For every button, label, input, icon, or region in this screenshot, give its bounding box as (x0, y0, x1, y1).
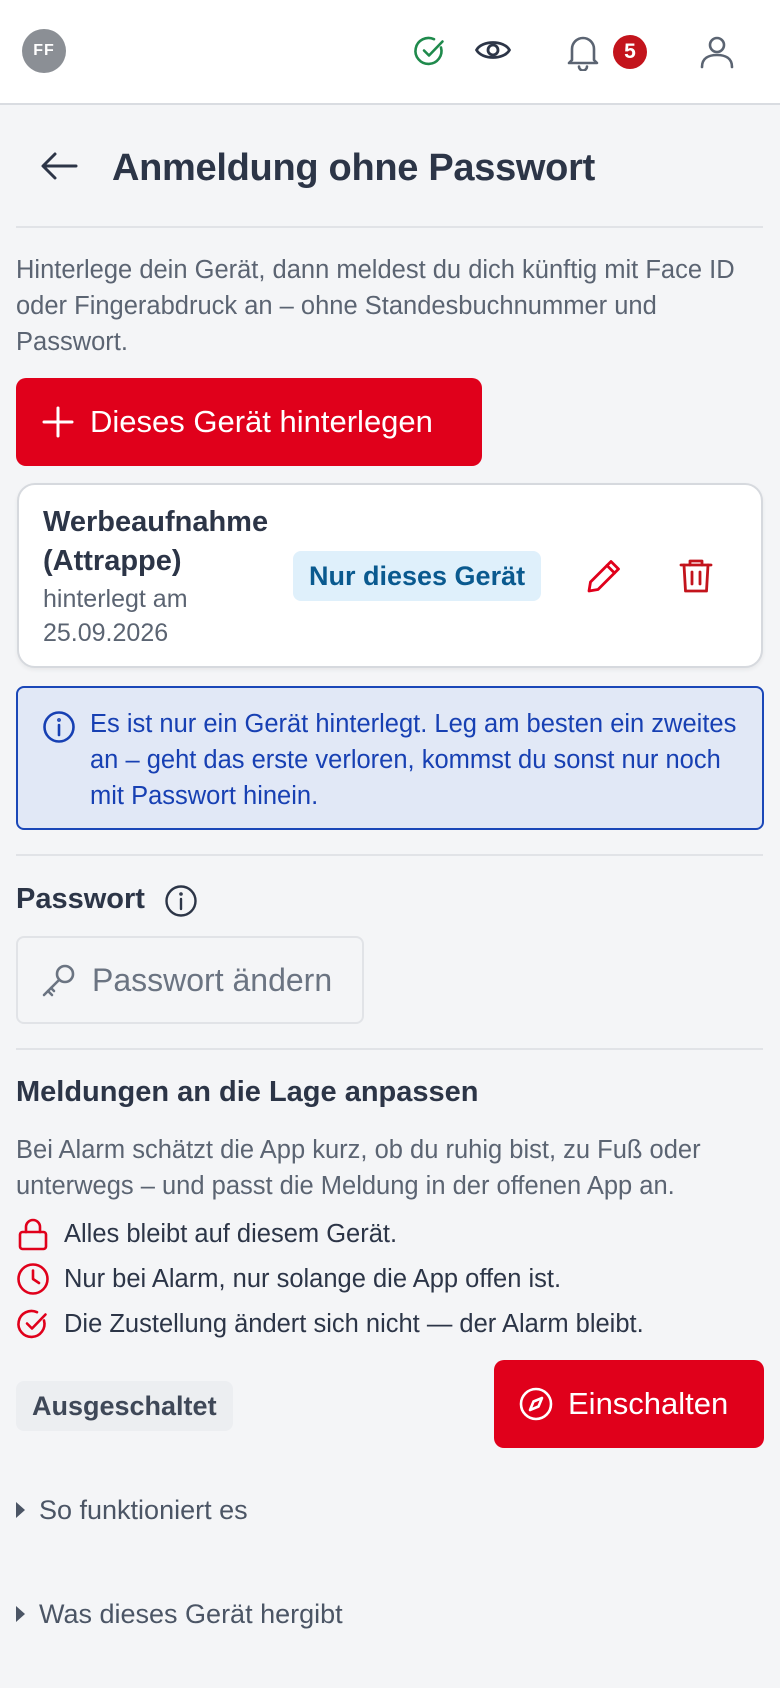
divider (16, 226, 763, 228)
details-device-capabilities[interactable]: Was dieses Gerät hergibt (16, 1594, 343, 1634)
bullet-text: Nur bei Alarm, nur solange die App offen… (64, 1264, 562, 1293)
plus-icon (42, 406, 74, 438)
lage-description: Bei Alarm schätzt die App kurz, ob du ru… (16, 1136, 701, 1200)
info-callout: Es ist nur ein Gerät hinterlegt. Leg am … (16, 686, 764, 830)
trash-icon (679, 559, 713, 593)
compass-icon (518, 1386, 554, 1422)
change-password-label: Passwort ändern (92, 961, 333, 998)
add-device-label: Dieses Gerät hinterlegen (90, 404, 433, 439)
bullet-alarm-only: Nur bei Alarm, nur solange die App offen… (16, 1259, 561, 1299)
bullet-text: Die Zustellung ändert sich nicht — der A… (64, 1309, 644, 1338)
details-how-it-works[interactable]: So funktioniert es (16, 1490, 248, 1530)
lage-heading: Meldungen an die Lage anpassen (16, 1076, 479, 1108)
back-button[interactable] (36, 142, 84, 190)
edit-device-button[interactable] (579, 551, 629, 601)
device-scope-chip: Nur dieses Gerät (293, 551, 542, 601)
caret-right-icon (16, 1606, 25, 1622)
lock-icon (16, 1217, 50, 1251)
avatar[interactable]: FF (22, 29, 66, 73)
pencil-icon (587, 560, 620, 593)
enable-label: Einschalten (568, 1386, 729, 1421)
user-icon[interactable] (696, 32, 738, 72)
info-callout-text: Es ist nur ein Gerät hinterlegt. Leg am … (90, 710, 737, 810)
eye-icon[interactable] (472, 32, 514, 68)
password-heading: Passwort (16, 883, 145, 915)
device-name: Werbeaufnahme (Attrappe) (43, 506, 269, 577)
bullet-text: Alles bleibt auf diesem Gerät. (64, 1219, 398, 1248)
device-registered-date: hinterlegt am 25.09.2026 (43, 585, 188, 647)
clock-icon (16, 1262, 50, 1296)
bullet-delivery: Die Zustellung ändert sich nicht — der A… (16, 1304, 644, 1344)
page-title: Anmeldung ohne Passwort (112, 147, 595, 189)
add-device-button[interactable]: Dieses Gerät hinterlegen (16, 378, 482, 466)
password-info-icon[interactable] (164, 884, 198, 923)
bell-icon[interactable] (564, 32, 602, 72)
check-circle-icon (16, 1307, 50, 1341)
check-circle-icon[interactable] (412, 33, 448, 69)
info-icon (42, 710, 76, 749)
intro-text: Hinterlege dein Gerät, dann meldest du d… (16, 256, 735, 356)
divider (16, 854, 763, 856)
key-icon (40, 961, 78, 999)
details-label: So funktioniert es (39, 1494, 248, 1525)
divider (16, 1048, 763, 1050)
top-bar: FF 5 (0, 0, 780, 105)
status-badge: Ausgeschaltet (16, 1381, 233, 1431)
notification-badge: 5 (613, 35, 647, 69)
bullet-local: Alles bleibt auf diesem Gerät. (16, 1214, 397, 1254)
caret-right-icon (16, 1502, 25, 1518)
enable-button[interactable]: Einschalten (494, 1360, 764, 1448)
device-card: Werbeaufnahme (Attrappe) hinterlegt am 2… (17, 483, 763, 668)
change-password-button[interactable]: Passwort ändern (16, 936, 364, 1024)
delete-device-button[interactable] (671, 551, 721, 601)
details-label: Was dieses Gerät hergibt (39, 1598, 343, 1629)
